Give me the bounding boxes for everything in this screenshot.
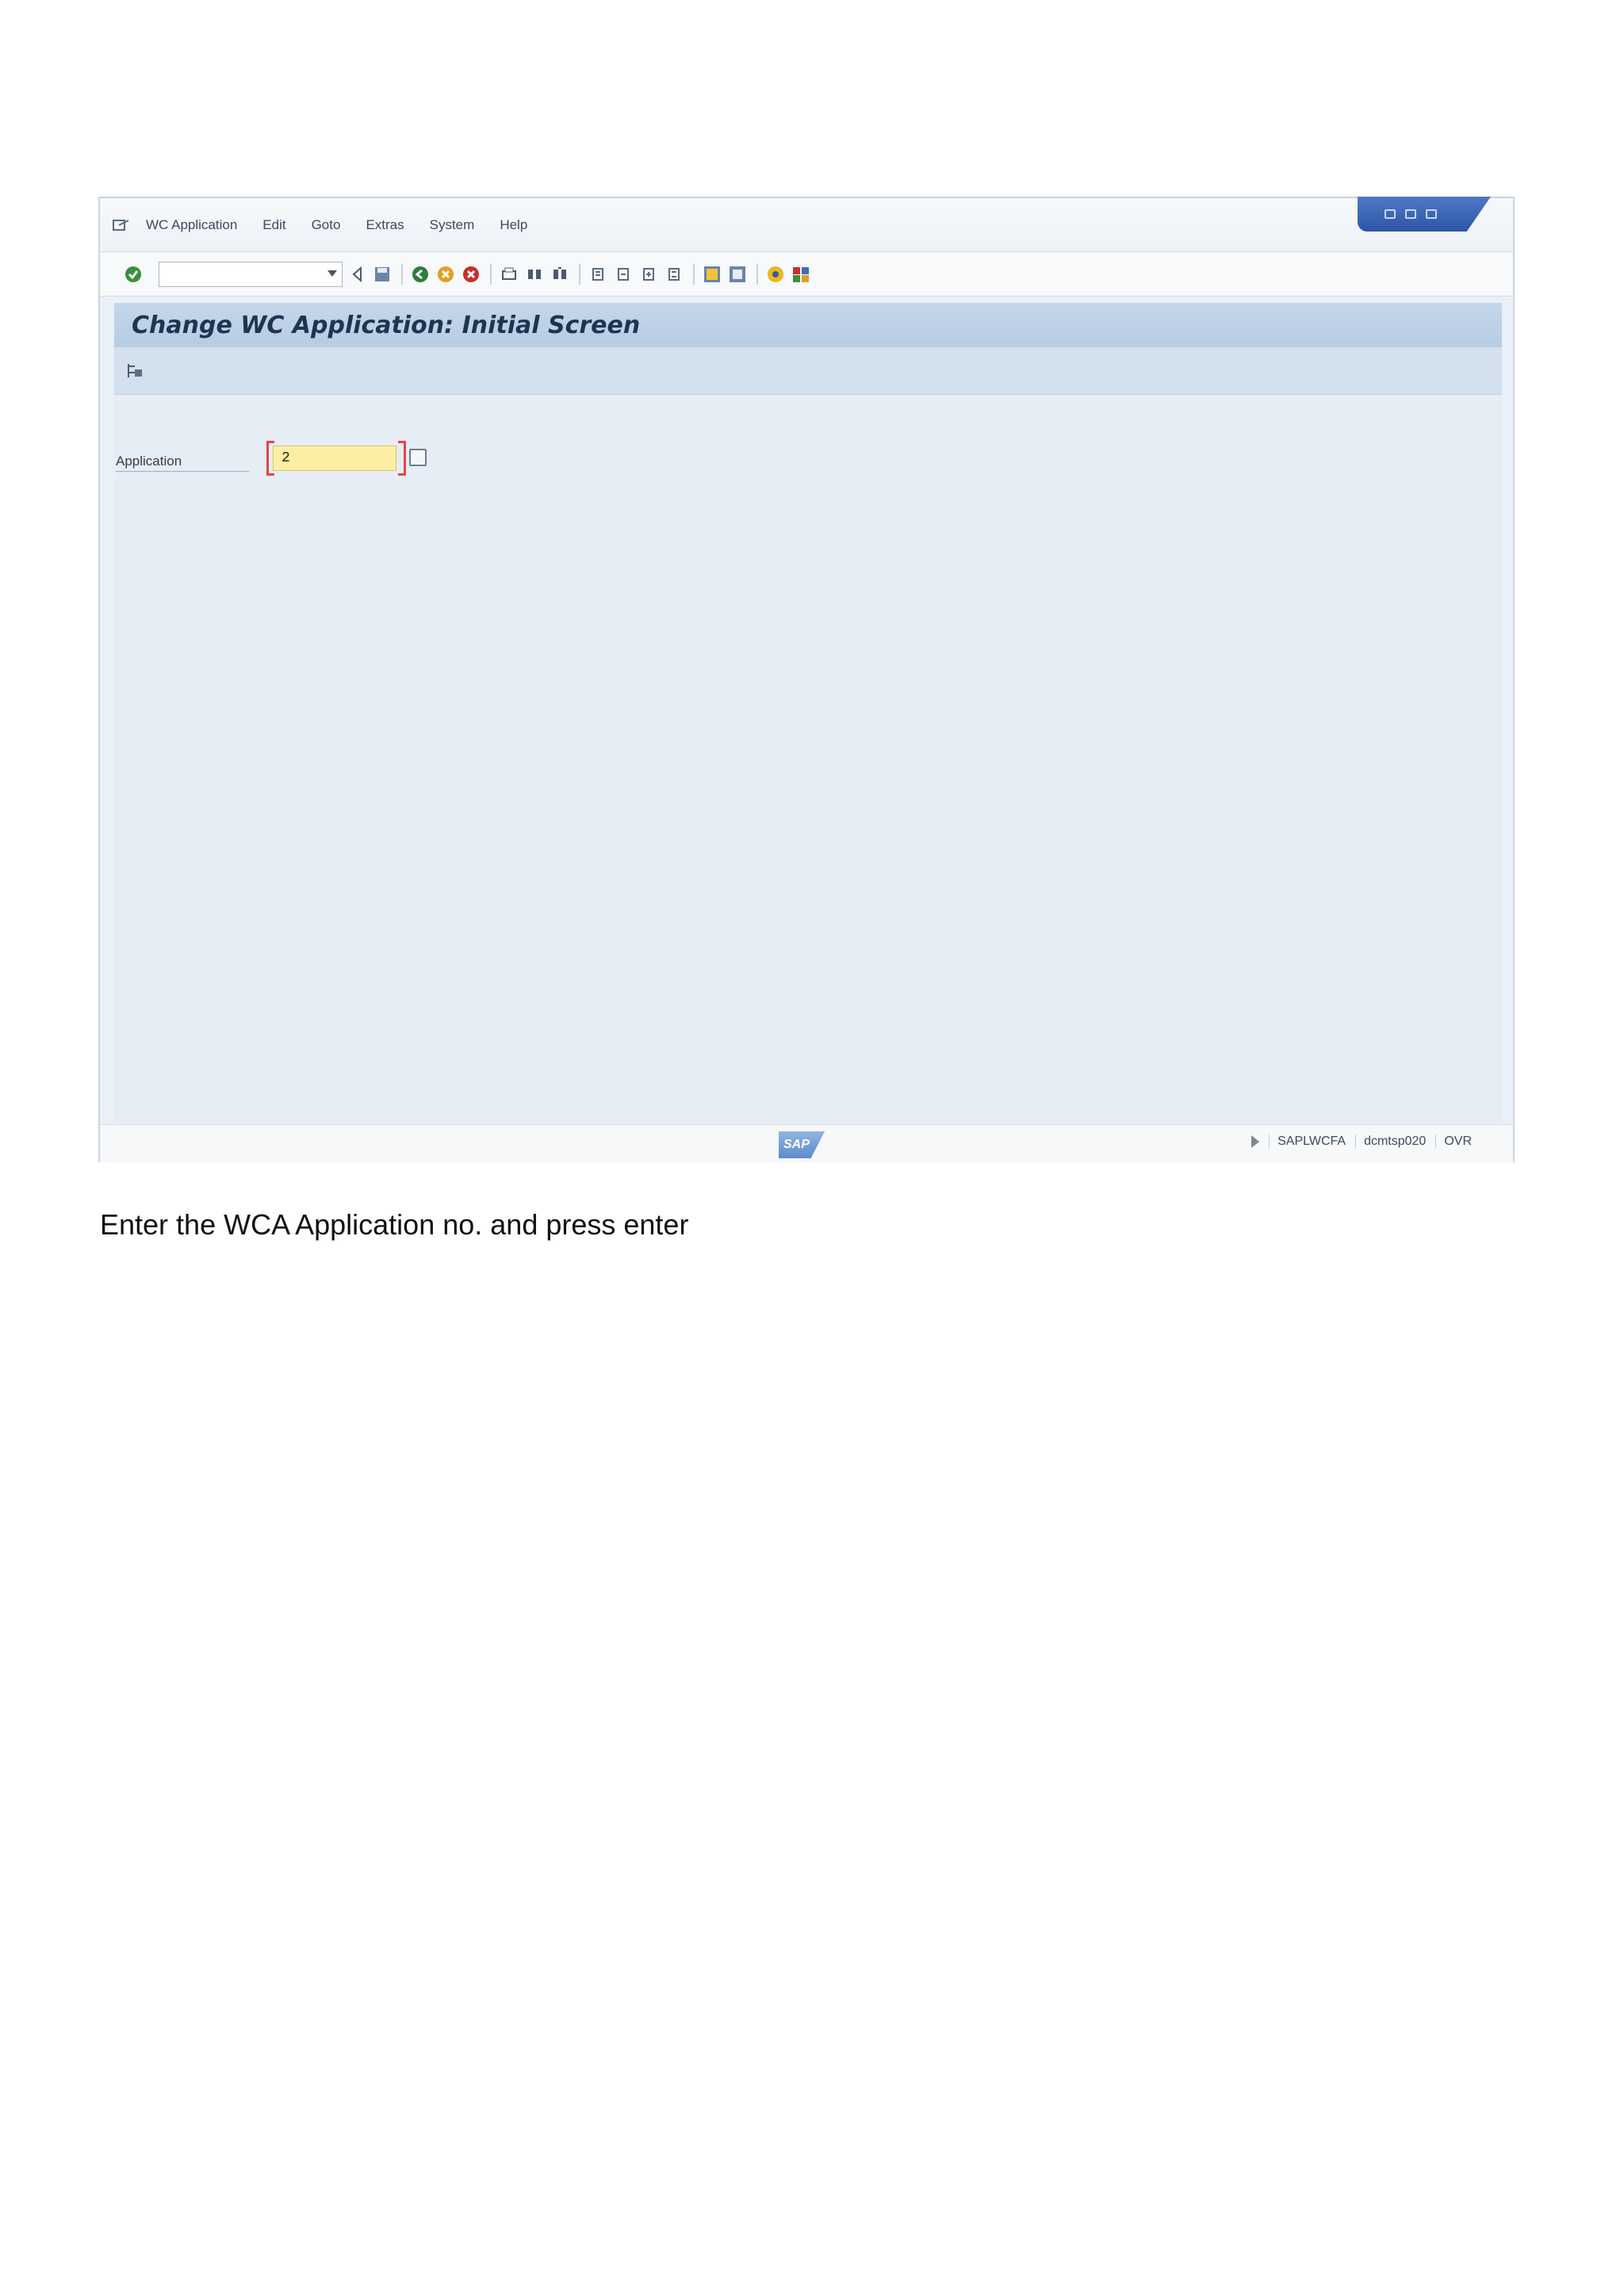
back-icon[interactable] (347, 265, 366, 284)
system-info: SAPLWCFA dcmtsp020 OVR (1251, 1135, 1472, 1149)
exit-icon[interactable] (436, 265, 455, 284)
save-icon[interactable] (373, 265, 392, 284)
screen-title-bar: Change WC Application: Initial Screen (114, 303, 1502, 347)
required-marker-right (398, 441, 406, 476)
page-title: Change WC Application: Initial Screen (132, 311, 641, 339)
toolbar-separator (579, 263, 580, 285)
menu-wc-application[interactable]: WC Application (146, 217, 237, 233)
sap-window: WC Application Edit Goto Extras System H… (98, 197, 1515, 1162)
find-icon[interactable] (525, 265, 544, 284)
menu-edit[interactable]: Edit (262, 217, 285, 233)
insert-mode[interactable]: OVR (1435, 1135, 1472, 1149)
previous-page-icon[interactable] (614, 265, 633, 284)
menu-bar: WC Application Edit Goto Extras System H… (100, 197, 1513, 252)
enter-check-icon[interactable] (124, 265, 143, 284)
application-toolbar (114, 347, 1502, 395)
print-icon[interactable] (500, 265, 519, 284)
toolbar-separator (693, 263, 695, 285)
shortcut-icon[interactable] (728, 265, 747, 284)
menu-extras[interactable]: Extras (366, 217, 404, 233)
first-page-icon[interactable] (588, 265, 607, 284)
toolbar-separator (401, 263, 403, 285)
toolbar-separator (490, 263, 492, 285)
chevron-down-icon[interactable] (327, 270, 337, 277)
back-nav-icon[interactable] (411, 265, 430, 284)
command-field[interactable] (159, 261, 343, 287)
play-icon[interactable] (1251, 1135, 1260, 1148)
value-help-icon[interactable] (409, 449, 427, 466)
menu-system[interactable]: System (430, 217, 475, 233)
application-label: Application (116, 453, 249, 472)
instruction-caption: Enter the WCA Application no. and press … (100, 1208, 689, 1241)
customize-layout-icon[interactable] (791, 265, 810, 284)
minimize-icon[interactable] (1385, 209, 1396, 219)
last-page-icon[interactable] (665, 265, 684, 284)
status-bar: SAP SAPLWCFA dcmtsp020 OVR (100, 1124, 1513, 1162)
toolbar-separator (756, 263, 758, 285)
close-icon[interactable] (1426, 209, 1437, 219)
main-content (114, 395, 1502, 1124)
application-input[interactable]: 2 (273, 446, 396, 471)
standard-toolbar (100, 252, 1513, 297)
other-object-icon[interactable] (125, 362, 144, 381)
sap-logo: SAP (779, 1131, 825, 1158)
create-session-icon[interactable] (703, 265, 722, 284)
window-controls (1358, 197, 1491, 232)
help-icon[interactable] (766, 265, 785, 284)
cancel-icon[interactable] (462, 265, 481, 284)
program-name[interactable]: SAPLWCFA (1269, 1135, 1346, 1149)
menu-goto[interactable]: Goto (312, 217, 341, 233)
restore-icon[interactable] (1405, 209, 1416, 219)
menu-options-icon[interactable] (113, 216, 132, 234)
menu-help[interactable]: Help (500, 217, 527, 233)
next-page-icon[interactable] (639, 265, 658, 284)
find-next-icon[interactable] (550, 265, 569, 284)
server-name: dcmtsp020 (1355, 1135, 1426, 1149)
